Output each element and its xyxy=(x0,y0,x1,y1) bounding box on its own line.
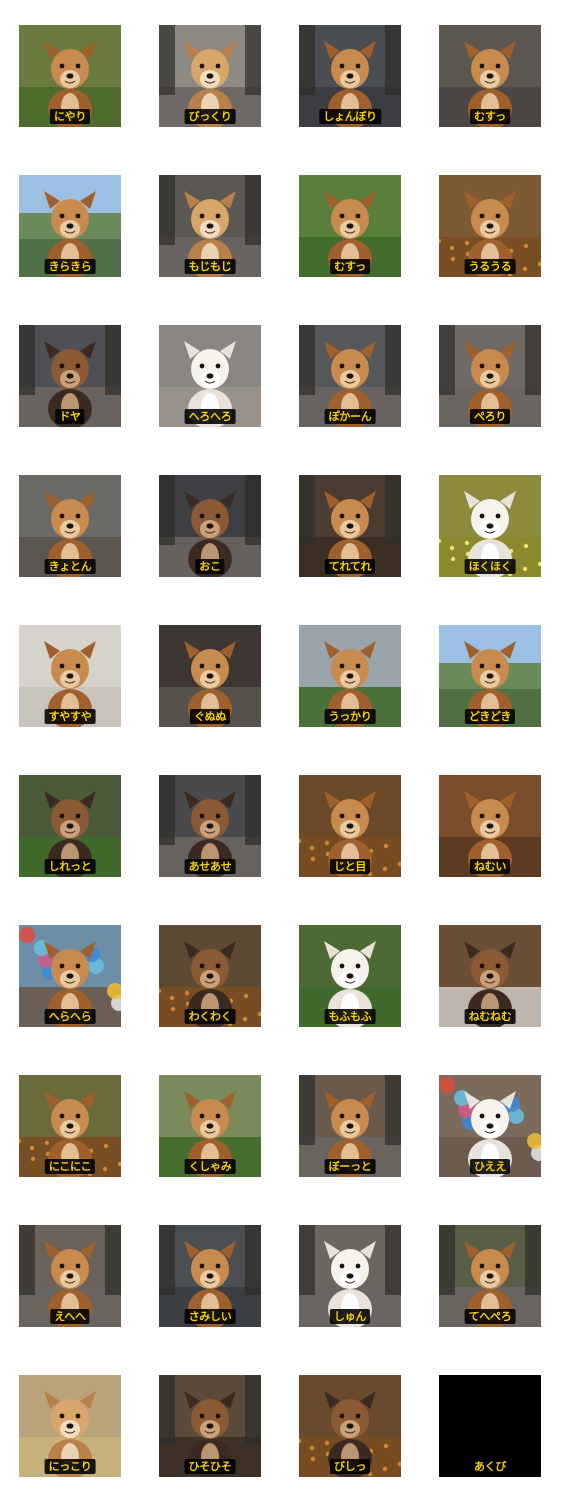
sticker-item[interactable]: しれっと xyxy=(19,775,121,877)
sticker-item[interactable]: てれてれ xyxy=(299,475,401,577)
sticker-caption: きょとん xyxy=(44,559,96,574)
sticker-caption: さみしい xyxy=(184,1309,236,1324)
sticker-caption: くしゃみ xyxy=(184,1159,236,1174)
sticker-item[interactable]: もじもじ xyxy=(159,175,261,277)
sticker-caption: しれっと xyxy=(44,859,96,874)
sticker-item[interactable]: てへぺろ xyxy=(439,1225,541,1327)
sticker-caption: ねむい xyxy=(469,859,511,874)
sticker-caption: どきどき xyxy=(464,709,516,724)
sticker-caption: しょんぼり xyxy=(319,109,381,124)
sticker-caption: むすっ xyxy=(470,109,510,124)
sticker-item[interactable]: ほくほく xyxy=(439,475,541,577)
sticker-item[interactable]: びしっ xyxy=(299,1375,401,1477)
sticker-item[interactable]: うっかり xyxy=(299,625,401,727)
sticker-caption: ぽかーん xyxy=(324,409,376,424)
sticker-item[interactable]: びっくり xyxy=(159,25,261,127)
sticker-item[interactable]: あせあせ xyxy=(159,775,261,877)
sticker-caption: ねむねむ xyxy=(464,1009,516,1024)
sticker-item[interactable]: あくび xyxy=(439,1375,541,1477)
sticker-item[interactable]: しゅん xyxy=(299,1225,401,1327)
sticker-caption: にやり xyxy=(49,109,91,124)
sticker-caption: ひそひそ xyxy=(184,1459,236,1474)
sticker-item[interactable]: ねむい xyxy=(439,775,541,877)
sticker-caption: へらへら xyxy=(44,1009,96,1024)
sticker-caption: ほくほく xyxy=(464,559,516,574)
sticker-item[interactable]: すやすや xyxy=(19,625,121,727)
sticker-caption: えへへ xyxy=(50,1309,90,1324)
sticker-caption: ひええ xyxy=(469,1159,511,1174)
sticker-item[interactable]: にっこり xyxy=(19,1375,121,1477)
sticker-caption: にっこり xyxy=(44,1459,96,1474)
sticker-item[interactable]: きらきら xyxy=(19,175,121,277)
sticker-item[interactable]: じと目 xyxy=(299,775,401,877)
sticker-item[interactable]: にこにこ xyxy=(19,1075,121,1177)
sticker-item[interactable]: えへへ xyxy=(19,1225,121,1327)
sticker-caption: じと目 xyxy=(329,859,371,874)
sticker-item[interactable]: さみしい xyxy=(159,1225,261,1327)
sticker-caption: おこ xyxy=(195,559,225,574)
sticker-item[interactable]: きょとん xyxy=(19,475,121,577)
sticker-caption: ぐぬぬ xyxy=(189,709,231,724)
sticker-caption: ぼーっと xyxy=(324,1159,376,1174)
sticker-caption: あくび xyxy=(469,1459,511,1474)
sticker-grid: にやり びっくり しょんぼり むすっ きらきら もじもじ むすっ うるうる ドヤ へろへろ ぽかーん… xyxy=(0,0,562,1500)
sticker-caption: びっくり xyxy=(184,109,236,124)
sticker-item[interactable]: ねむねむ xyxy=(439,925,541,1027)
sticker-caption: わくわく xyxy=(184,1009,236,1024)
sticker-item[interactable]: うるうる xyxy=(439,175,541,277)
sticker-item[interactable]: むすっ xyxy=(299,175,401,277)
sticker-caption: うっかり xyxy=(324,709,376,724)
sticker-caption: ぺろり xyxy=(469,409,511,424)
sticker-item[interactable]: にやり xyxy=(19,25,121,127)
sticker-item[interactable]: ひええ xyxy=(439,1075,541,1177)
sticker-caption: てへぺろ xyxy=(464,1309,516,1324)
sticker-item[interactable]: もふもふ xyxy=(299,925,401,1027)
sticker-caption: むすっ xyxy=(330,259,370,274)
sticker-item[interactable]: どきどき xyxy=(439,625,541,727)
sticker-caption: ドヤ xyxy=(55,409,85,424)
sticker-item[interactable]: くしゃみ xyxy=(159,1075,261,1177)
sticker-item[interactable]: しょんぼり xyxy=(299,25,401,127)
sticker-item[interactable]: わくわく xyxy=(159,925,261,1027)
sticker-caption: にこにこ xyxy=(44,1159,96,1174)
sticker-caption: あせあせ xyxy=(184,859,236,874)
sticker-item[interactable]: ドヤ xyxy=(19,325,121,427)
sticker-item[interactable]: ぽかーん xyxy=(299,325,401,427)
sticker-caption: うるうる xyxy=(464,259,516,274)
sticker-caption: きらきら xyxy=(44,259,96,274)
sticker-caption: もふもふ xyxy=(324,1009,376,1024)
sticker-item[interactable]: ぺろり xyxy=(439,325,541,427)
sticker-item[interactable]: ぼーっと xyxy=(299,1075,401,1177)
sticker-item[interactable]: ひそひそ xyxy=(159,1375,261,1477)
sticker-caption: すやすや xyxy=(44,709,96,724)
sticker-item[interactable]: ぐぬぬ xyxy=(159,625,261,727)
sticker-item[interactable]: おこ xyxy=(159,475,261,577)
sticker-caption: へろへろ xyxy=(184,409,236,424)
sticker-caption: びしっ xyxy=(329,1459,371,1474)
sticker-item[interactable]: へろへろ xyxy=(159,325,261,427)
sticker-caption: てれてれ xyxy=(324,559,376,574)
sticker-caption: しゅん xyxy=(329,1309,371,1324)
sticker-item[interactable]: むすっ xyxy=(439,25,541,127)
sticker-caption: もじもじ xyxy=(184,259,236,274)
sticker-item[interactable]: へらへら xyxy=(19,925,121,1027)
